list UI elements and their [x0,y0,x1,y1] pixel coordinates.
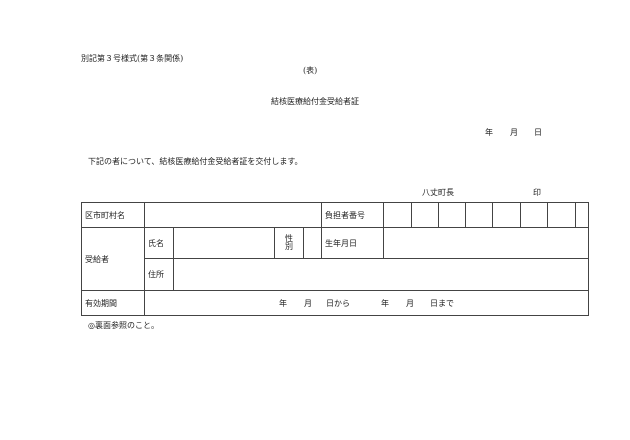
municipality-label: 区市町村名 [81,202,145,228]
validity-from: 日から [326,299,350,308]
recipient-certificate-table: 区市町村名 負担者番号 受給者 氏名 性別 生年月日 住所 有効期間 年 月 日… [81,202,589,316]
burden-number-label: 負担者番号 [321,202,384,228]
reverse-side-note: ◎裏面参照のこと。 [88,321,159,330]
address-field[interactable] [173,258,589,291]
intro-text: 下記の者について、結核医療給付金受給者証を交付します。 [88,157,303,166]
date-day-label: 日 [534,128,542,137]
name-field[interactable] [173,227,275,259]
date-year-label: 年 [485,128,493,137]
burden-number-digit-4[interactable] [465,202,493,228]
birthdate-label: 生年月日 [321,227,384,259]
burden-number-digit-5[interactable] [492,202,521,228]
recipient-label: 受給者 [81,227,145,291]
burden-number-digit-6[interactable] [520,202,548,228]
burden-number-digit-1[interactable] [383,202,412,228]
validity-month-2: 月 [406,299,414,308]
burden-number-digit-7[interactable] [547,202,576,228]
issuer-name: 八丈町長 [422,188,454,197]
front-side-label: (表) [303,66,318,75]
sex-label: 性別 [274,227,304,259]
validity-year-2: 年 [381,299,389,308]
validity-label: 有効期間 [81,290,145,316]
seal-mark: 印 [533,188,541,197]
validity-until: 日まで [430,299,454,308]
address-label: 住所 [144,258,174,291]
burden-number-digit-8[interactable] [575,202,589,228]
burden-number-digit-3[interactable] [438,202,466,228]
validity-year-1: 年 [279,299,287,308]
date-month-label: 月 [510,128,518,137]
validity-month-1: 月 [304,299,312,308]
burden-number-digit-2[interactable] [411,202,439,228]
form-number-label: 別記第３号様式(第３条関係) [81,54,184,63]
birthdate-field[interactable] [383,227,589,259]
sex-field[interactable] [303,227,322,259]
validity-period-field[interactable]: 年 月 日から 年 月 日まで [144,290,589,316]
name-label: 氏名 [144,227,174,259]
document-title: 結核医療給付金受給者証 [271,97,359,106]
municipality-field[interactable] [144,202,322,228]
sex-label-bottom: 別 [285,242,293,251]
